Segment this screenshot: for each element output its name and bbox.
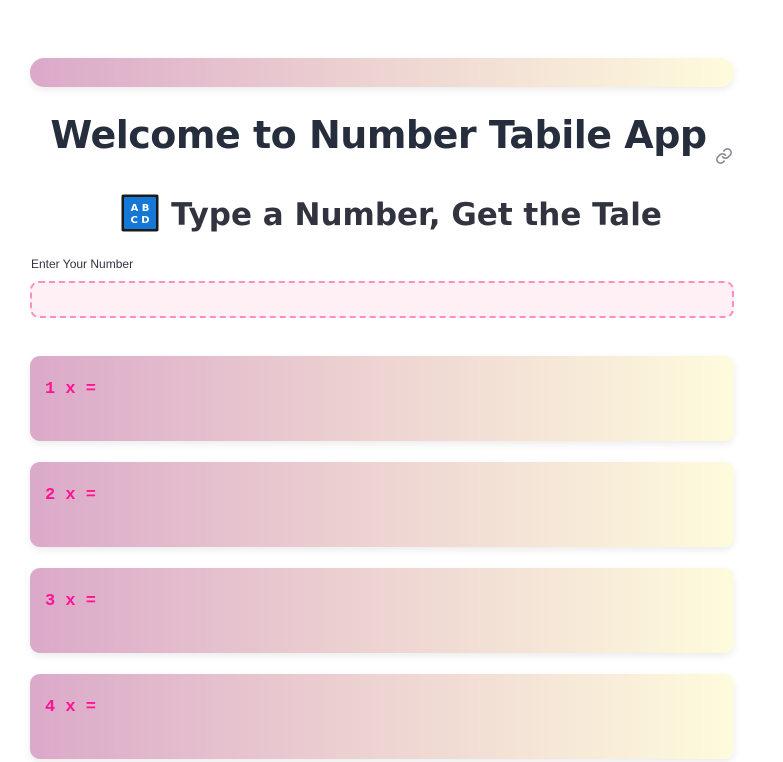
page-title-text: Welcome to Number Tabile App: [50, 113, 707, 157]
table-row: 1 x =: [30, 356, 734, 441]
table-row-text: 4 x =: [45, 698, 97, 717]
link-icon[interactable]: [715, 125, 733, 164]
table-row-text: 2 x =: [45, 486, 97, 505]
table-row: 2 x =: [30, 462, 734, 547]
svg-text:A B: A B: [131, 203, 150, 214]
table-row: 3 x =: [30, 568, 734, 653]
svg-text:C D: C D: [131, 215, 150, 226]
number-input[interactable]: [30, 281, 734, 318]
subtitle-text: Type a Number, Get the Tale: [171, 197, 662, 233]
number-input-label: Enter Your Number: [31, 257, 134, 271]
app-page: Welcome to Number Tabile App A BC D Type …: [0, 0, 783, 762]
decorative-gradient-bar: [30, 58, 734, 87]
abcd-icon: A BC D: [121, 194, 159, 232]
table-row-text: 1 x =: [45, 380, 97, 399]
table-row-text: 3 x =: [45, 592, 97, 611]
table-row: 4 x =: [30, 674, 734, 759]
page-title: Welcome to Number Tabile App: [0, 108, 783, 164]
section-subtitle: A BC D Type a Number, Get the Tale: [0, 192, 783, 238]
